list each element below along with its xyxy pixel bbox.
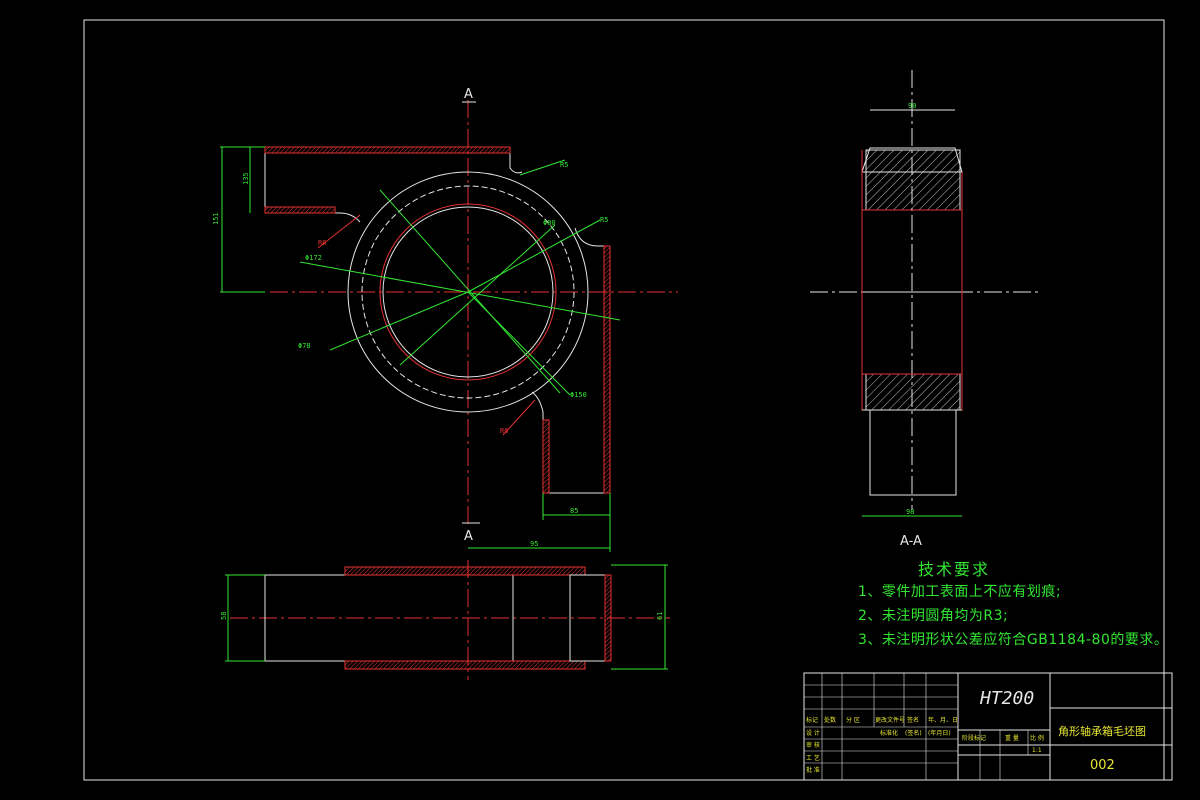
tb-date: (年月日) xyxy=(928,729,951,737)
tb-header-2: 分 区 xyxy=(846,716,860,724)
notes-line-3: 3、未注明形状公差应符合GB1184-80的要求。 xyxy=(858,632,1169,648)
dim-90: 90 xyxy=(908,102,916,110)
dim-61: 61 xyxy=(656,612,664,620)
tb-std: 标准化 xyxy=(880,729,898,737)
tb-scale: 1:1 xyxy=(1032,747,1042,754)
section-label-bottom: A xyxy=(464,529,473,544)
tb-process: 工 艺 xyxy=(806,754,820,762)
tb-review: 审 核 xyxy=(806,741,820,749)
dim-95: 95 xyxy=(530,540,538,548)
section-label-top: A xyxy=(464,87,473,102)
section-view-label: A-A xyxy=(900,534,922,549)
notes-line-2: 2、未注明圆角均为R3; xyxy=(858,608,1009,624)
notes-title: 技术要求 xyxy=(918,560,991,579)
drawing-sheet: R6 R5 Φ80 Φ172 Φ78 Φ150 R6 R5 85 95 151 … xyxy=(83,19,1173,781)
tb-stage-2: 比 例 xyxy=(1030,734,1044,742)
tb-approve2: 批 准 xyxy=(806,766,820,774)
dim-98: 98 xyxy=(906,508,914,516)
dim-r5-top: R5 xyxy=(560,161,568,169)
tb-approve: (签名) xyxy=(905,729,922,737)
tb-stage-0: 阶段标记 xyxy=(962,734,986,742)
dim-phi150: Φ150 xyxy=(570,391,587,399)
dim-135: 135 xyxy=(242,172,250,185)
dim-phi172: Φ172 xyxy=(305,254,322,262)
sheet-border xyxy=(83,19,1165,781)
front-view xyxy=(220,100,678,552)
drawing-name: 角形轴承箱毛坯图 xyxy=(1058,725,1146,738)
dim-85: 85 xyxy=(570,507,578,515)
material-label: HT200 xyxy=(980,688,1035,709)
technical-notes: 技术要求 1、零件加工表面上不应有划痕; 2、未注明圆角均为R3; 3、未注明形… xyxy=(858,556,1168,652)
tb-header-1: 处数 xyxy=(824,716,836,724)
tb-stage-1: 重 量 xyxy=(1005,734,1019,742)
section-view xyxy=(810,70,1040,517)
dim-phi78: Φ78 xyxy=(298,342,311,350)
bottom-view xyxy=(225,560,670,680)
tb-header-3: 更改文件号 xyxy=(875,716,905,724)
dim-phi80: Φ80 xyxy=(543,219,556,227)
dimension-texts: R6 R5 Φ80 Φ172 Φ78 Φ150 R6 R5 85 95 151 … xyxy=(212,102,916,620)
tb-header-4: 签名 xyxy=(907,716,919,724)
dim-151: 151 xyxy=(212,212,220,225)
dim-r6-bottom: R6 xyxy=(500,427,508,435)
tb-header-0: 标记 xyxy=(806,716,818,724)
tb-header-5: 年、月、日 xyxy=(928,716,958,724)
dim-r5-right: R5 xyxy=(600,216,608,224)
tb-design: 设 计 xyxy=(806,729,820,737)
drawing-number: 002 xyxy=(1090,758,1115,773)
dim-r6-left: R6 xyxy=(318,239,326,247)
notes-line-1: 1、零件加工表面上不应有划痕; xyxy=(858,584,1062,600)
dim-58: 58 xyxy=(220,612,228,620)
